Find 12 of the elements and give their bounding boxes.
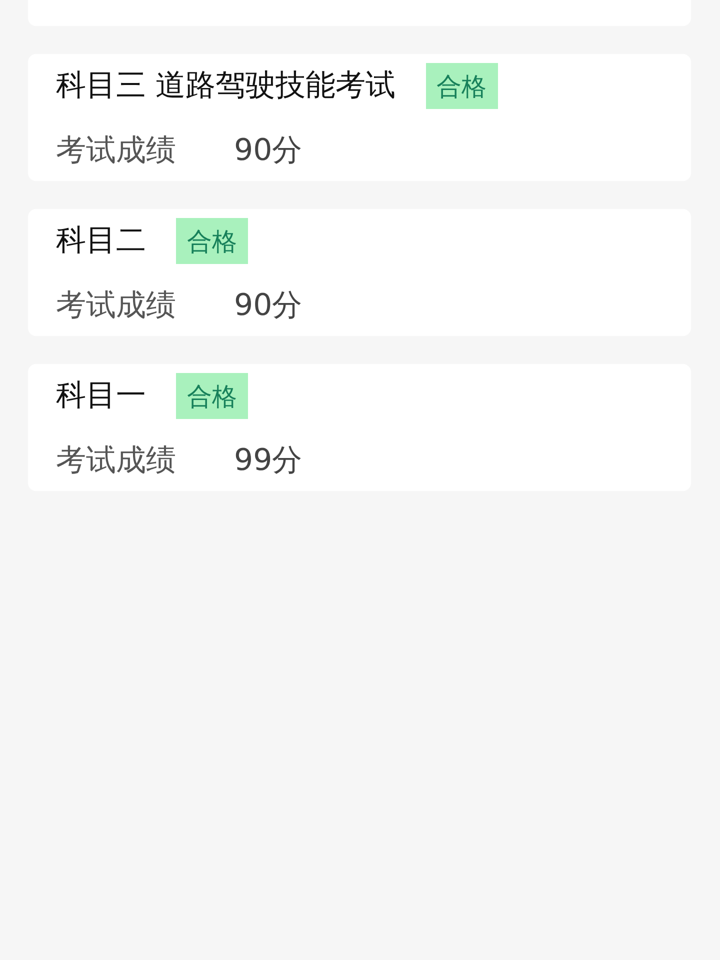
score-label: 考试成绩	[56, 442, 176, 480]
status-tag: 合格	[426, 63, 498, 109]
score-label: 考试成绩	[56, 132, 176, 170]
exam-title: 科目一	[56, 381, 146, 411]
score-value: 90分	[234, 132, 302, 170]
status-tag: 合格	[176, 218, 248, 264]
exam-title: 科目三 道路驾驶技能考试	[56, 71, 396, 101]
exam-title: 科目二	[56, 226, 146, 256]
status-tag: 合格	[176, 373, 248, 419]
score-label: 考试成绩	[56, 286, 176, 324]
score-value: 99分	[234, 442, 302, 480]
score-value: 90分	[234, 286, 302, 324]
